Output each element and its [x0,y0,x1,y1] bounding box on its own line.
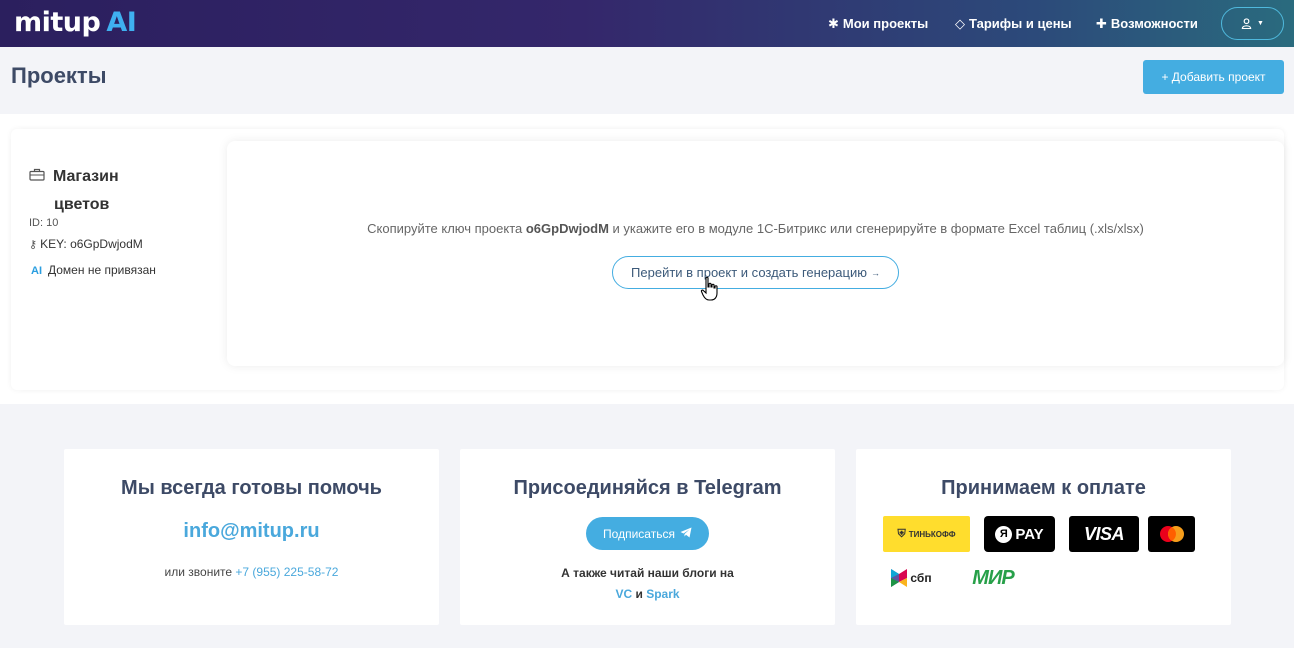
subscribe-button[interactable]: Подписаться [586,517,709,550]
nav-features-label: Возможности [1110,16,1198,31]
project-key: ⚷ KEY: o6GpDwjodM [29,237,143,251]
key-icon: ⚷ [29,239,38,251]
mastercard-logo [1148,516,1195,552]
go-to-project-button[interactable]: Перейти в проект и создать генерацию → [612,256,899,289]
support-title: Мы всегда готовы помочь [121,477,382,499]
tinkoff-shield-icon: ⛨ [897,527,906,540]
nav-features[interactable]: ✚ Возможности [1096,0,1198,47]
project-key-text: KEY: o6GpDwjodM [40,237,143,251]
user-icon [1241,18,1252,29]
payment-title: Принимаем к оплате [941,477,1146,499]
nav-tariffs[interactable]: ◇ Тарифы и цены [955,0,1072,47]
mir-logo: МИР [972,566,1014,589]
nav-my-projects[interactable]: ✱ Мои проекты [828,0,928,47]
yandex-pay-logo: Я PAY [984,516,1055,552]
logo[interactable]: mitup AI [14,7,137,38]
briefcase-icon [29,162,45,190]
top-navbar: mitup AI ✱ Мои проекты ◇ Тарифы и цены ✚ … [0,0,1294,47]
call-prefix: или звоните [164,565,236,579]
yandex-pay-text: PAY [1015,525,1044,543]
support-email-link[interactable]: info@mitup.ru [64,520,439,543]
blogs-and: и [635,587,643,601]
arrow-right-icon: → [870,267,880,278]
blogs-text: А также читай наши блоги на VC и Spark [460,563,835,605]
user-menu-button[interactable]: ▼ [1221,7,1284,40]
yandex-letter: Я [995,525,1013,543]
instruction-key: o6GpDwjodM [525,221,609,236]
telegram-title: Присоединяйся в Telegram [513,477,782,499]
project-name[interactable]: Магазин цветов [29,162,119,219]
hand-cursor-icon [700,276,718,301]
plus-icon: ✚ [1096,15,1107,31]
asterisk-icon: ✱ [828,15,839,31]
project-name-line2: цветов [54,196,110,213]
logo-text: mitup [14,7,101,38]
instruction-text: Скопируйте ключ проекта o6GpDwjodM и ука… [227,221,1284,236]
logo-ai: AI [106,7,137,38]
sbp-logo: сбп [886,562,936,594]
chevron-down-icon: ▼ [1257,20,1264,27]
payment-card: Принимаем к оплате ⛨ ТИНЬКОФФ Я PAY VISA с… [856,449,1231,625]
sbp-text: сбп [910,571,932,585]
telegram-card: Присоединяйся в Telegram Подписаться А т… [460,449,835,625]
add-project-button[interactable]: + Добавить проект [1143,60,1284,94]
nav-tariffs-label: Тарифы и цены [969,16,1072,31]
instruction-before: Скопируйте ключ проекта [367,221,526,236]
domain-status-text: Домен не привязан [48,263,156,277]
project-id: ID: 10 [29,217,59,229]
ai-icon: AI [31,265,42,277]
project-name-line1: Магазин [53,168,119,185]
tinkoff-text: ТИНЬКОФФ [908,529,956,539]
project-domain-status: AI Домен не привязан [31,263,156,277]
phone-link[interactable]: +7 (955) 225-58-72 [235,565,338,579]
support-card: Мы всегда готовы помочь info@mitup.ru ил… [64,449,439,625]
telegram-icon [680,527,692,541]
support-phone-line: или звоните +7 (955) 225-58-72 [64,565,439,579]
subscribe-label: Подписаться [603,526,675,541]
nav-my-projects-label: Мои проекты [842,16,929,31]
tinkoff-logo: ⛨ ТИНЬКОФФ [883,516,970,552]
blogs-line: А также читай наши блоги на [561,566,734,580]
vc-link[interactable]: VC [615,587,632,601]
generation-panel: Скопируйте ключ проекта o6GpDwjodM и ука… [227,141,1284,366]
visa-logo: VISA [1069,516,1139,552]
instruction-after: и укажите его в модуле 1С-Битрикс или сг… [608,221,1144,236]
spark-link[interactable]: Spark [646,587,679,601]
blogs-links: VC и Spark [460,584,835,605]
page-title: Проекты [11,63,107,88]
go-to-project-label: Перейти в проект и создать генерацию [631,265,867,280]
diamond-icon: ◇ [955,15,965,31]
